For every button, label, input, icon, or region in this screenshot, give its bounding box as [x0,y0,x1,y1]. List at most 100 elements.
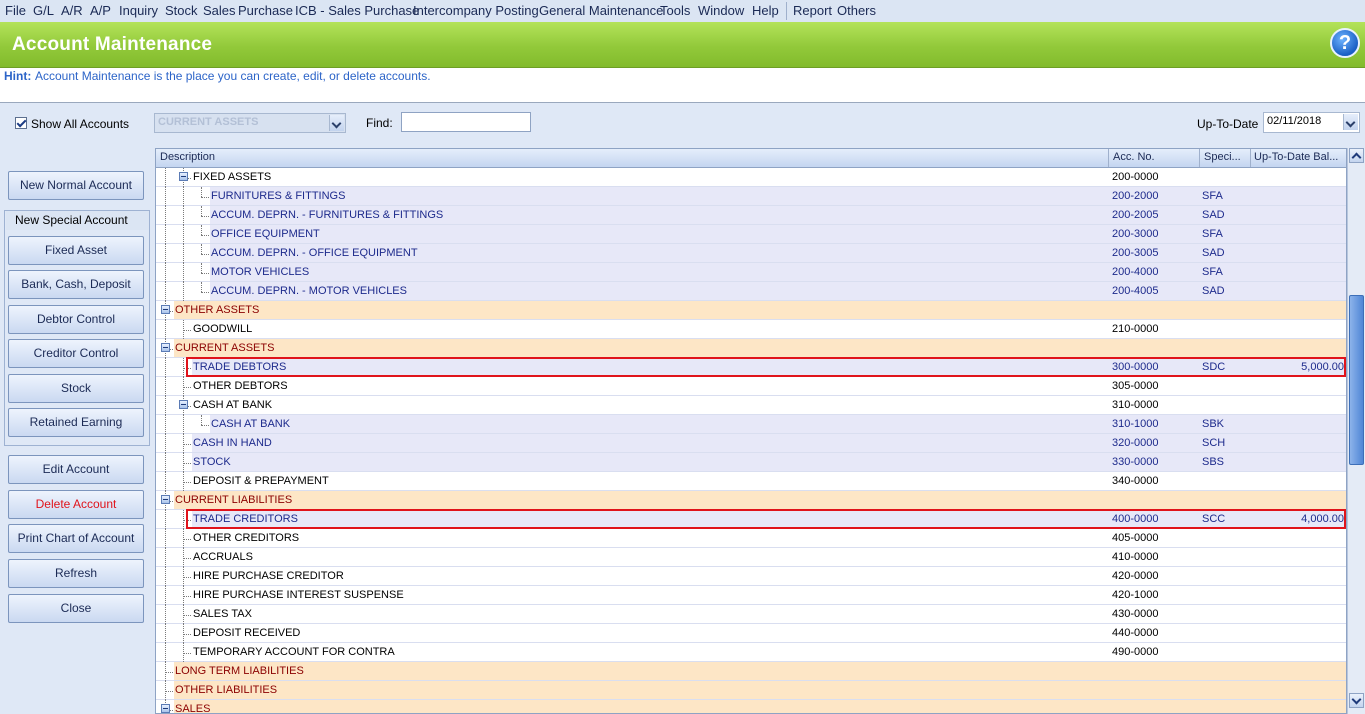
menu-help[interactable]: Help [752,3,779,18]
account-description: ACCUM. DEPRN. - FURNITURES & FITTINGS [211,209,444,221]
account-row[interactable]: OTHER CREDITORS 405-0000 [156,529,1346,548]
grid-vertical-scrollbar[interactable] [1347,148,1365,714]
account-row[interactable]: CASH IN HAND 320-0000 SCH [156,434,1346,453]
account-row[interactable]: ACCUM. DEPRN. - MOTOR VEHICLES 200-4005 SA… [156,282,1346,301]
account-category-select[interactable]: CURRENT ASSETS [154,113,346,133]
menu-others[interactable]: Others [837,3,876,18]
creditor-control-button[interactable]: Creditor Control [8,339,144,368]
account-row[interactable]: TRADE DEBTORS 300-0000 SDC 5,000.00 [156,357,1346,377]
menu-report[interactable]: Report [793,3,832,18]
account-row[interactable]: SALES TAX 430-0000 [156,605,1346,624]
account-description: HIRE PURCHASE INTEREST SUSPENSE [193,589,404,601]
menu-stock[interactable]: Stock [165,3,198,18]
tree-line [183,576,191,578]
menu-general-maintenance[interactable]: General Maintenance [539,3,663,18]
tree-line [201,291,209,293]
find-label: Find: [366,116,393,130]
fixed-asset-button[interactable]: Fixed Asset [8,236,144,265]
retained-earning-button[interactable]: Retained Earning [8,408,144,437]
account-number: 440-0000 [1112,627,1159,639]
account-row[interactable]: ACCUM. DEPRN. - OFFICE EQUIPMENT 200-3005… [156,244,1346,263]
scroll-down-button[interactable] [1349,693,1364,708]
account-row[interactable]: GOODWILL 210-0000 [156,320,1346,339]
menu-tools[interactable]: Tools [660,3,690,18]
account-row[interactable]: OFFICE EQUIPMENT 200-3000 SFA [156,225,1346,244]
account-row[interactable]: DEPOSIT RECEIVED 440-0000 [156,624,1346,643]
help-icon[interactable]: ? [1330,28,1360,58]
account-number: 305-0000 [1112,380,1159,392]
tree-line [201,253,209,255]
collapse-toggle-icon[interactable] [161,495,170,504]
show-all-accounts-checkbox[interactable] [15,117,27,129]
column-special[interactable]: Speci... [1204,151,1241,163]
tree-line [183,633,191,635]
menu-window[interactable]: Window [698,3,744,18]
category-row[interactable]: LONG TERM LIABILITIES [156,662,1346,681]
menu-file[interactable]: File [5,3,26,18]
tree-line [165,168,166,187]
collapse-toggle-icon[interactable] [161,343,170,352]
account-row[interactable]: CASH AT BANK 310-0000 [156,396,1346,415]
category-row[interactable]: CURRENT LIABILITIES [156,491,1346,510]
menu-purchase[interactable]: Purchase [238,3,293,18]
menu-sales[interactable]: Sales [203,3,236,18]
account-row[interactable]: FIXED ASSETS 200-0000 [156,168,1346,187]
account-number: 200-3005 [1112,247,1159,259]
special-type: SAD [1202,209,1225,221]
account-row[interactable]: TRADE CREDITORS 400-0000 SCC 4,000.00 [156,509,1346,529]
menu-inquiry[interactable]: Inquiry [119,3,158,18]
tree-line [201,424,209,426]
debtor-control-button[interactable]: Debtor Control [8,305,144,334]
account-row[interactable]: ACCRUALS 410-0000 [156,548,1346,567]
account-row[interactable]: CASH AT BANK 310-1000 SBK [156,415,1346,434]
column-balance[interactable]: Up-To-Date Bal... [1254,151,1338,163]
menu-a-r[interactable]: A/R [61,3,83,18]
bank-cash-deposit-button[interactable]: Bank, Cash, Deposit [8,270,144,299]
account-row[interactable]: MOTOR VEHICLES 200-4000 SFA [156,263,1346,282]
chevron-down-icon[interactable] [1343,114,1358,130]
delete-account-button[interactable]: Delete Account [8,490,144,519]
account-number: 330-0000 [1112,456,1159,468]
menu-a-p[interactable]: A/P [90,3,111,18]
account-row[interactable]: STOCK 330-0000 SBS [156,453,1346,472]
find-input[interactable] [401,112,531,132]
print-chart-of-account-button[interactable]: Print Chart of Account [8,524,144,553]
category-row[interactable]: SALES [156,700,1346,713]
account-row[interactable]: TEMPORARY ACCOUNT FOR CONTRA 490-0000 [156,643,1346,662]
refresh-button[interactable]: Refresh [8,559,144,588]
tree-line [183,595,191,597]
collapse-toggle-icon[interactable] [161,305,170,314]
account-row[interactable]: HIRE PURCHASE CREDITOR 420-0000 [156,567,1346,586]
menu-intercompany-posting[interactable]: Intercompany Posting [413,3,539,18]
uptodate-date-picker[interactable]: 02/11/2018 [1263,112,1360,133]
column-acc-no[interactable]: Acc. No. [1113,151,1155,163]
scroll-up-button[interactable] [1349,148,1364,163]
category-row[interactable]: OTHER ASSETS [156,301,1346,320]
tree-line [183,557,191,559]
collapse-toggle-icon[interactable] [161,704,170,713]
account-row[interactable]: ACCUM. DEPRN. - FURNITURES & FITTINGS 200… [156,206,1346,225]
collapse-toggle-icon[interactable] [179,172,188,181]
close-button[interactable]: Close [8,594,144,623]
highlight-box [186,357,1346,377]
menu-g-l[interactable]: G/L [33,3,54,18]
stock-button[interactable]: Stock [8,374,144,403]
category-row[interactable]: CURRENT ASSETS [156,339,1346,358]
tree-line [183,282,184,301]
category-row[interactable]: OTHER LIABILITIES [156,681,1346,700]
scroll-thumb[interactable] [1349,295,1364,465]
edit-account-button[interactable]: Edit Account [8,455,144,484]
account-row[interactable]: OTHER DEBTORS 305-0000 [156,377,1346,396]
menu-icb-sales-purchase[interactable]: ICB - Sales Purchase [295,3,419,18]
account-number: 420-0000 [1112,570,1159,582]
new-normal-account-button[interactable]: New Normal Account [8,171,144,200]
account-number: 405-0000 [1112,532,1159,544]
account-row[interactable]: DEPOSIT & PREPAYMENT 340-0000 [156,472,1346,491]
account-row[interactable]: FURNITURES & FITTINGS 200-2000 SFA [156,187,1346,206]
special-type: SAD [1202,285,1225,297]
account-row[interactable]: HIRE PURCHASE INTEREST SUSPENSE 420-1000 [156,586,1346,605]
special-type: SAD [1202,247,1225,259]
column-description[interactable]: Description [160,151,215,163]
chevron-down-icon[interactable] [329,115,344,131]
collapse-toggle-icon[interactable] [179,400,188,409]
